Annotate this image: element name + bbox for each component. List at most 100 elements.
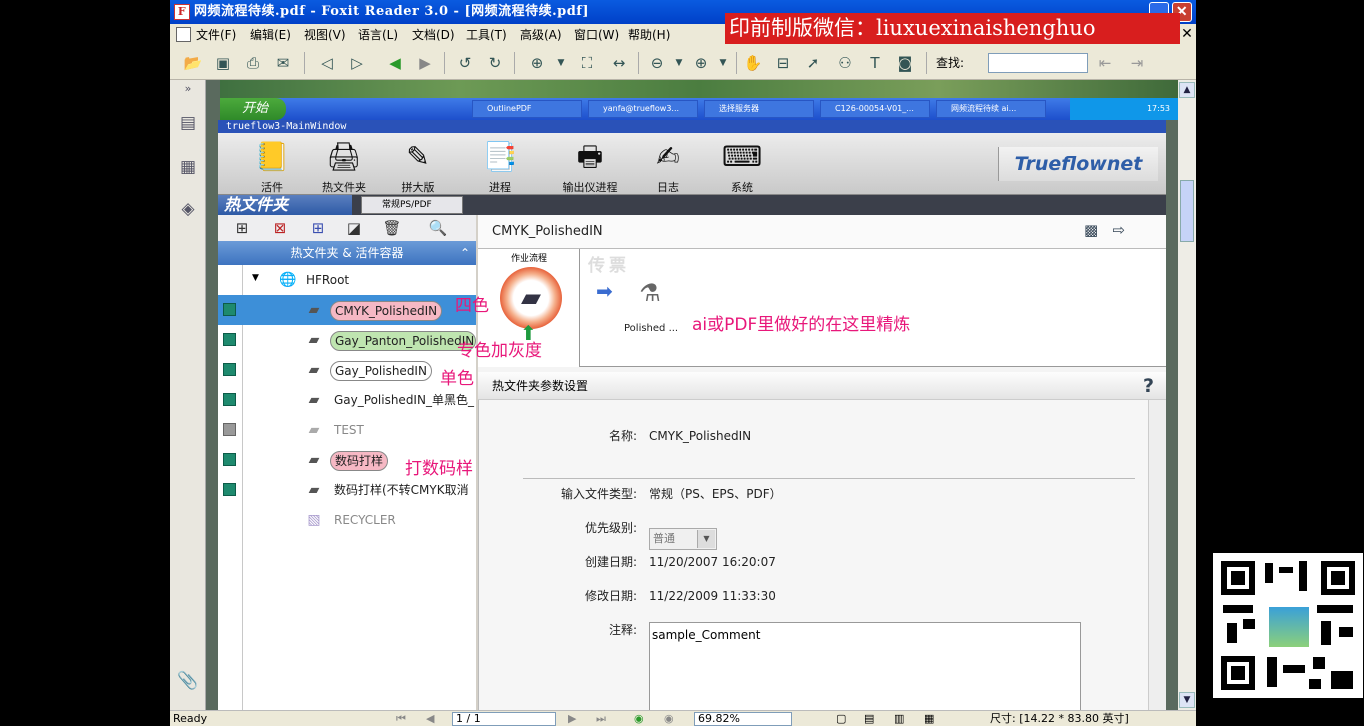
comment-label: 注释: <box>608 623 637 637</box>
hotfolder-icon: ▰ <box>308 362 320 378</box>
open-icon[interactable]: 📂 <box>182 52 204 74</box>
camera-icon[interactable]: ◙ <box>894 52 916 74</box>
find-input[interactable] <box>988 53 1088 73</box>
menu-view[interactable]: 视图(V) <box>304 24 346 46</box>
attachment-icon[interactable]: 📎 <box>175 668 201 694</box>
rotate-right-icon[interactable]: ↻ <box>484 52 506 74</box>
menu-edit[interactable]: 编辑(E) <box>250 24 291 46</box>
taskbar-clock: 17:53 <box>1070 98 1178 120</box>
find-previous-icon[interactable]: ⇤ <box>1094 52 1116 74</box>
rotate-left-icon[interactable]: ↺ <box>454 52 476 74</box>
priority-label: 优先级别: <box>584 521 637 535</box>
annotation-proof: 打数码样 <box>405 459 473 479</box>
collapse-sidebar-icon[interactable]: » <box>175 82 201 96</box>
scroll-thumb[interactable] <box>1180 180 1194 242</box>
chevron-down-icon[interactable]: ▼ <box>668 52 690 74</box>
continuous-facing-icon[interactable]: ▦ <box>924 711 934 726</box>
pages-icon[interactable]: ▦ <box>175 154 201 180</box>
binoculars-icon[interactable]: ⚇ <box>834 52 856 74</box>
find-next-icon[interactable]: ⇥ <box>1126 52 1148 74</box>
menu-tools[interactable]: 工具(T) <box>466 24 507 46</box>
document-close-button[interactable]: ✕ <box>1180 26 1194 42</box>
single-page-icon[interactable]: ▢ <box>836 711 846 726</box>
qr-center-logo <box>1267 605 1311 649</box>
back-icon[interactable]: ◀ <box>384 52 406 74</box>
zoom-plus-icon[interactable]: ⊕ <box>690 52 712 74</box>
snapshot-icon[interactable]: ⊟ <box>772 52 794 74</box>
ticket-banner: 传票 <box>588 256 630 276</box>
previous-page-icon[interactable]: ◁ <box>316 52 338 74</box>
last-page-icon[interactable]: ⏭ <box>596 711 606 726</box>
zoom-field[interactable]: 69.82% <box>694 712 792 726</box>
page-number-field[interactable]: 1 / 1 <box>452 712 556 726</box>
qr-module <box>1313 657 1325 669</box>
menu-advanced[interactable]: 高级(A) <box>520 24 562 46</box>
print-icon[interactable]: ⎙ <box>242 52 264 74</box>
tree-label: Gay_PolishedIN_单黑色_ <box>334 393 474 407</box>
zoom-out-icon[interactable]: ⊖ <box>646 52 668 74</box>
chevron-down-icon[interactable]: ▼ <box>712 52 734 74</box>
forward-icon[interactable]: ▶ <box>414 52 436 74</box>
continuous-icon[interactable]: ▤ <box>864 711 874 726</box>
new-container-icon: ⊞ <box>311 219 325 237</box>
expand-icon: ▼ <box>252 273 259 283</box>
priority-select: 普通 ▼ <box>649 528 717 550</box>
params-form: 名称: CMYK_PolishedIN 输入文件类型: 常规（PS、EPS、PD… <box>478 400 1148 710</box>
tool-label: 输出仪进程 <box>562 181 618 194</box>
menu-help[interactable]: 帮助(H) <box>628 24 670 46</box>
flow-node-label: Polished ... <box>624 323 679 334</box>
vertical-scrollbar[interactable]: ▲ ▼ <box>1178 80 1196 710</box>
email-icon[interactable]: ✉ <box>272 52 294 74</box>
text-select-icon[interactable]: T <box>864 52 886 74</box>
chevron-down-icon[interactable]: ▼ <box>550 52 572 74</box>
scroll-up-icon[interactable]: ▲ <box>1179 82 1195 98</box>
tool-label: 系统 <box>731 181 753 194</box>
hotfolder-icon: ▰ <box>308 302 320 318</box>
toolbar-divider <box>736 52 737 74</box>
params-scrollbar <box>1148 400 1166 710</box>
select-arrow-icon[interactable]: ➚ <box>802 52 824 74</box>
menu-window[interactable]: 窗口(W) <box>574 24 619 46</box>
help-icon: ? <box>1142 375 1154 397</box>
fit-page-icon[interactable]: ⛶ <box>576 52 598 74</box>
back-status-icon[interactable]: ◉ <box>634 711 644 726</box>
toolbar-divider <box>444 52 445 74</box>
hotfolder-icon: ▰ <box>308 422 320 438</box>
qr-module <box>1227 623 1237 643</box>
created-label: 创建日期: <box>584 555 637 569</box>
status-indicator <box>223 423 236 436</box>
find-label: 查找: <box>936 56 965 70</box>
taskbar-item: C126-00054-V01_... <box>820 100 930 118</box>
taskbar-item: OutlinePDF <box>472 100 582 118</box>
globe-folder-icon: 🌐 <box>279 272 297 288</box>
fit-width-icon[interactable]: ↔ <box>608 52 630 74</box>
next-page-icon[interactable]: ▶ <box>568 711 576 726</box>
prev-page-icon[interactable]: ◀ <box>426 711 434 726</box>
next-page-icon[interactable]: ▷ <box>346 52 368 74</box>
qr-module <box>1243 619 1255 629</box>
windows-taskbar: 开始 OutlinePDF yanfa@trueflow3... 选择服务器 C… <box>220 98 1178 120</box>
taskbar-item: yanfa@trueflow3... <box>588 100 698 118</box>
new-hotfolder-icon: ⊞ <box>235 219 249 237</box>
forward-status-icon[interactable]: ◉ <box>664 711 674 726</box>
status-text: Ready <box>173 712 208 725</box>
scroll-down-icon[interactable]: ▼ <box>1179 692 1195 708</box>
foxit-reader-window: F 网频流程待续.pdf - Foxit Reader 3.0 - [网频流程待… <box>170 0 1196 726</box>
menu-document[interactable]: 文档(D) <box>412 24 455 46</box>
qr-finder-center <box>1231 571 1245 585</box>
trash-icon: 🗑 <box>382 219 402 237</box>
menu-language[interactable]: 语言(L) <box>358 24 398 46</box>
zoom-in-icon[interactable]: ⊕ <box>526 52 548 74</box>
first-page-icon[interactable]: ⏮ <box>396 711 406 726</box>
ticket-icon: ⇨ <box>1112 221 1126 239</box>
bookmarks-icon[interactable]: ▤ <box>175 110 201 136</box>
process-icon: 📑 <box>482 140 518 173</box>
priority-value: 普通 <box>653 532 675 545</box>
save-icon[interactable]: ▣ <box>212 52 234 74</box>
hand-tool-icon[interactable]: ✋ <box>742 52 764 74</box>
menu-file[interactable]: 文件(F) <box>196 24 236 46</box>
layers-icon[interactable]: ◈ <box>175 196 201 222</box>
qr-module <box>1265 563 1273 583</box>
document-view[interactable]: 开始 OutlinePDF yanfa@trueflow3... 选择服务器 C… <box>206 80 1178 710</box>
facing-icon[interactable]: ▥ <box>894 711 904 726</box>
